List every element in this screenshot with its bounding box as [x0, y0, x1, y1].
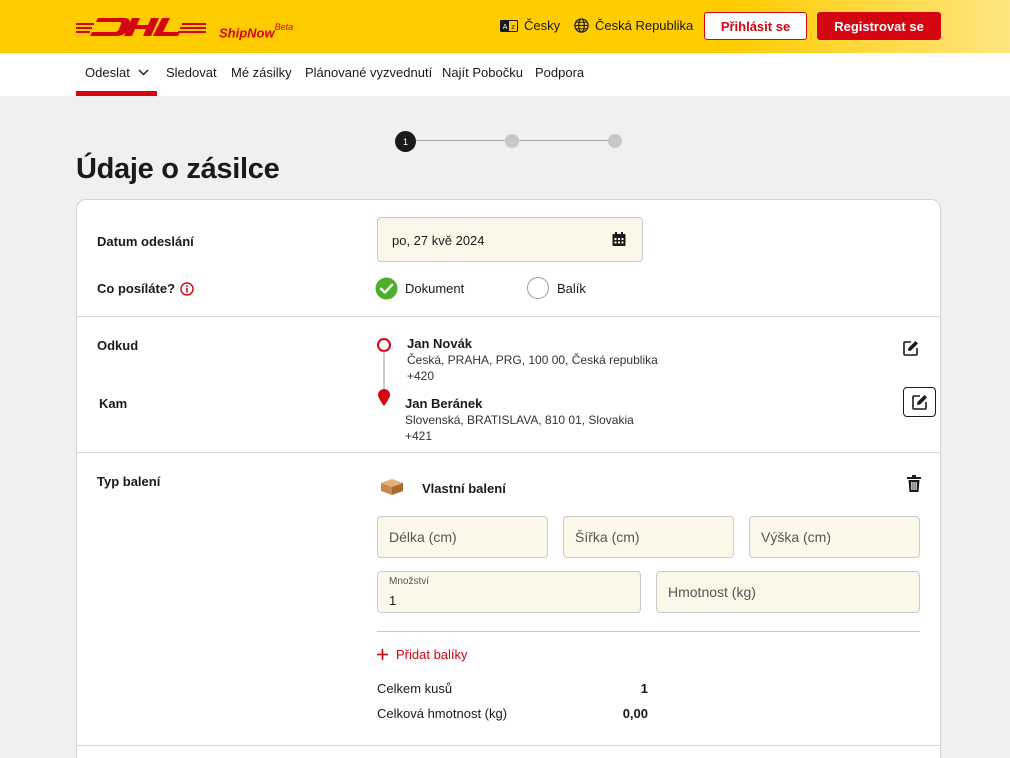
packaging-divider: [377, 631, 920, 632]
calendar-icon[interactable]: [612, 232, 626, 247]
nav-item-find-branch[interactable]: Najít Pobočku: [442, 65, 523, 80]
login-button[interactable]: Přihlásit se: [704, 12, 807, 40]
nav-active-indicator: [76, 91, 157, 96]
info-icon[interactable]: [180, 281, 194, 296]
recipient-phone: +421: [405, 429, 433, 443]
quantity-input[interactable]: Množství 1: [377, 571, 641, 613]
progress-stepper: 1: [395, 131, 623, 152]
nav-item-track[interactable]: Sledovat: [166, 65, 217, 80]
page-title: Údaje o zásilce: [76, 153, 280, 185]
country-switcher[interactable]: Česká Republika: [574, 18, 693, 33]
height-placeholder: Výška (cm): [761, 529, 831, 545]
nav-item-send[interactable]: Odeslat: [85, 65, 149, 80]
edit-sender-icon[interactable]: [903, 340, 919, 356]
edit-recipient-icon: [911, 395, 927, 410]
total-weight-label: Celková hmotnost (kg): [377, 706, 508, 721]
step-number: 1: [402, 136, 408, 147]
plus-icon: [377, 649, 388, 660]
add-packages-label: Přidat balíky: [396, 647, 468, 662]
height-input[interactable]: Výška (cm): [749, 516, 920, 558]
from-label: Odkud: [97, 338, 139, 353]
date-picker-field[interactable]: po, 27 kvě 2024: [377, 217, 643, 262]
option-package-label[interactable]: Balík: [557, 281, 586, 296]
total-pieces-label: Celkem kusů: [377, 681, 453, 696]
step-2: [505, 134, 519, 148]
nav-item-label: Odeslat: [85, 65, 130, 80]
nav-item-scheduled-pickup[interactable]: Plánované vyzvednutí: [305, 65, 432, 80]
quantity-label: Množství: [389, 576, 430, 587]
top-bar: ShipNowBeta A z Česky Česká Republika Př…: [0, 0, 1010, 53]
length-input[interactable]: Délka (cm): [377, 516, 548, 558]
shipnow-brand: ShipNowBeta: [219, 22, 294, 41]
total-weight-value: 0,00: [622, 706, 648, 721]
what-sending-label: Co posíláte?: [97, 281, 194, 296]
what-sending-text: Co posíláte?: [97, 281, 176, 296]
sender-name: Jan Novák: [407, 336, 473, 351]
language-label[interactable]: Česky: [524, 18, 560, 33]
sender-address: Česká, PRAHA, PRG, 100 00, Česká republi…: [407, 353, 658, 367]
date-value: po, 27 kvě 2024: [392, 233, 485, 248]
main-nav: Odeslat Sledovat Mé zásilky Plánované vy…: [0, 53, 1010, 96]
dhl-logo[interactable]: [76, 14, 206, 40]
width-placeholder: Šířka (cm): [575, 529, 640, 545]
packaging-type-label: Typ balení: [97, 474, 161, 489]
date-label: Datum odeslání: [97, 234, 194, 249]
step-1: 1: [395, 131, 416, 152]
brand-suffix: ShipNow: [219, 25, 275, 41]
section-divider: [77, 745, 940, 746]
globe-icon: [574, 18, 589, 33]
add-packages-link[interactable]: Přidat balíky: [377, 647, 468, 662]
box-icon: [381, 479, 403, 495]
recipient-address: Slovenská, BRATISLAVA, 810 01, Slovakia: [405, 413, 634, 427]
nav-item-support[interactable]: Podpora: [535, 65, 584, 80]
weight-placeholder: Hmotnost (kg): [668, 584, 756, 600]
packaging-value: Vlastní balení: [422, 481, 506, 496]
nav-item-my-shipments[interactable]: Mé zásilky: [231, 65, 292, 80]
chevron-down-icon: [138, 69, 149, 76]
svg-text:A: A: [503, 23, 508, 31]
radio-package[interactable]: [527, 277, 549, 299]
weight-input[interactable]: Hmotnost (kg): [656, 571, 920, 613]
language-switcher[interactable]: A z Česky: [500, 18, 560, 33]
quantity-value: 1: [389, 593, 397, 608]
route-line-icon: [377, 338, 391, 406]
step-3: [608, 134, 622, 148]
section-divider: [77, 452, 940, 453]
shipment-form-card: Datum odeslání po, 27 kvě 2024 Co posílá…: [76, 199, 941, 758]
length-placeholder: Délka (cm): [389, 529, 457, 545]
country-label[interactable]: Česká Republika: [595, 18, 693, 33]
radio-document-checked-icon[interactable]: [375, 277, 398, 300]
to-label: Kam: [99, 396, 128, 411]
translate-icon: A z: [500, 19, 518, 32]
recipient-name: Jan Beránek: [405, 396, 483, 411]
register-button[interactable]: Registrovat se: [817, 12, 941, 40]
beta-badge: Beta: [274, 22, 294, 32]
section-divider: [77, 316, 940, 317]
trash-icon[interactable]: [907, 475, 921, 492]
width-input[interactable]: Šířka (cm): [563, 516, 734, 558]
total-pieces-value: 1: [640, 681, 648, 696]
option-document-label[interactable]: Dokument: [405, 281, 464, 296]
sender-phone: +420: [407, 369, 435, 383]
edit-recipient-button[interactable]: [903, 387, 936, 417]
svg-text:z: z: [511, 23, 515, 31]
